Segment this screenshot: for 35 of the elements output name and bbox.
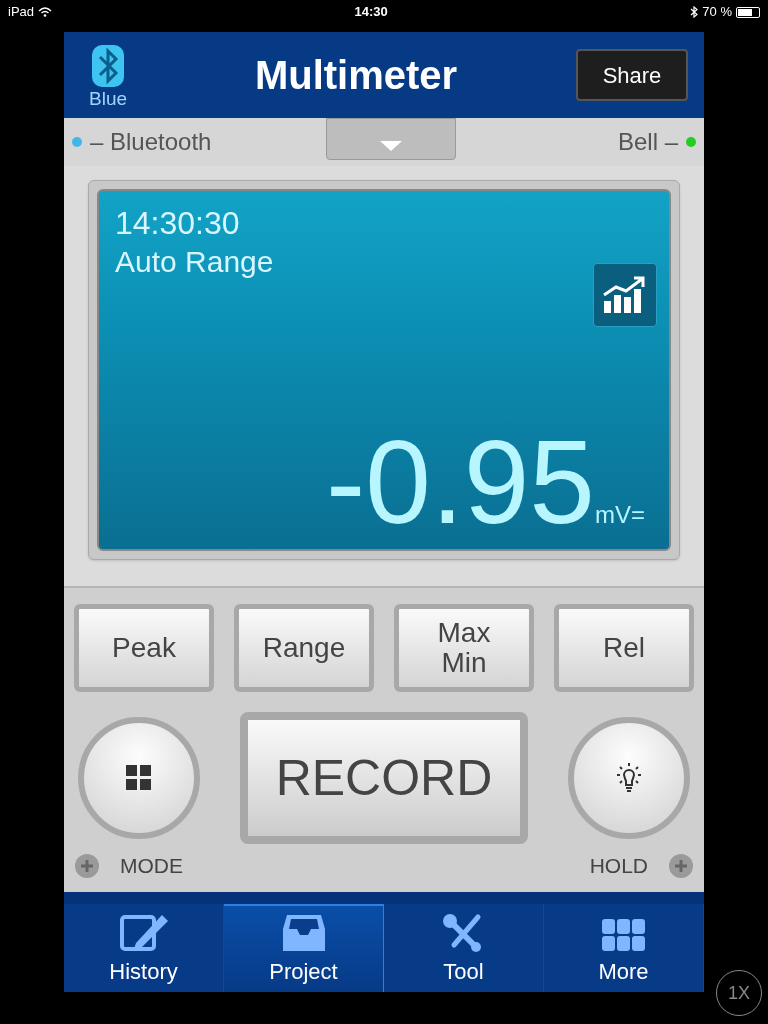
display-time: 14:30:30: [115, 204, 241, 243]
bluetooth-icon: [90, 42, 126, 89]
bell-status: Bell –: [617, 127, 678, 157]
bluetooth-status: – Bluetooth: [90, 127, 212, 157]
tab[interactable]: More: [544, 904, 704, 992]
tray-icon: [280, 913, 327, 953]
grid-icon: [126, 765, 152, 791]
function-button[interactable]: Rel: [554, 604, 694, 692]
plus-icon: [74, 852, 100, 879]
mode-label: MODE: [120, 853, 183, 879]
function-button[interactable]: Range: [234, 604, 374, 692]
wifi-icon: [38, 7, 53, 17]
share-button[interactable]: Share: [576, 49, 688, 101]
reading-unit: mV=: [595, 500, 645, 530]
app-title: Multimeter: [253, 52, 459, 99]
chart-icon: [602, 275, 648, 315]
tab[interactable]: Project: [224, 904, 384, 992]
function-button[interactable]: Peak: [74, 604, 214, 692]
status-time: 14:30: [354, 3, 388, 22]
tab[interactable]: History: [64, 904, 224, 992]
range-mode: Auto Range: [115, 244, 275, 280]
chart-button[interactable]: [593, 263, 657, 327]
hold-label: HOLD: [589, 853, 648, 879]
tab[interactable]: Tool: [384, 904, 544, 992]
battery-percent: 70 %: [702, 3, 732, 22]
caret-icon: [380, 141, 402, 151]
bluetooth-icon: [690, 6, 699, 18]
reading-value: -0.95: [326, 423, 595, 541]
battery-icon: [736, 6, 760, 18]
record-button[interactable]: RECORD: [240, 712, 528, 844]
device-name: iPad: [8, 3, 35, 22]
function-button[interactable]: Max Min: [394, 604, 534, 692]
grid-icon: [601, 919, 646, 953]
plus-icon: [668, 852, 694, 879]
bluetooth-button[interactable]: Blue: [80, 42, 136, 108]
